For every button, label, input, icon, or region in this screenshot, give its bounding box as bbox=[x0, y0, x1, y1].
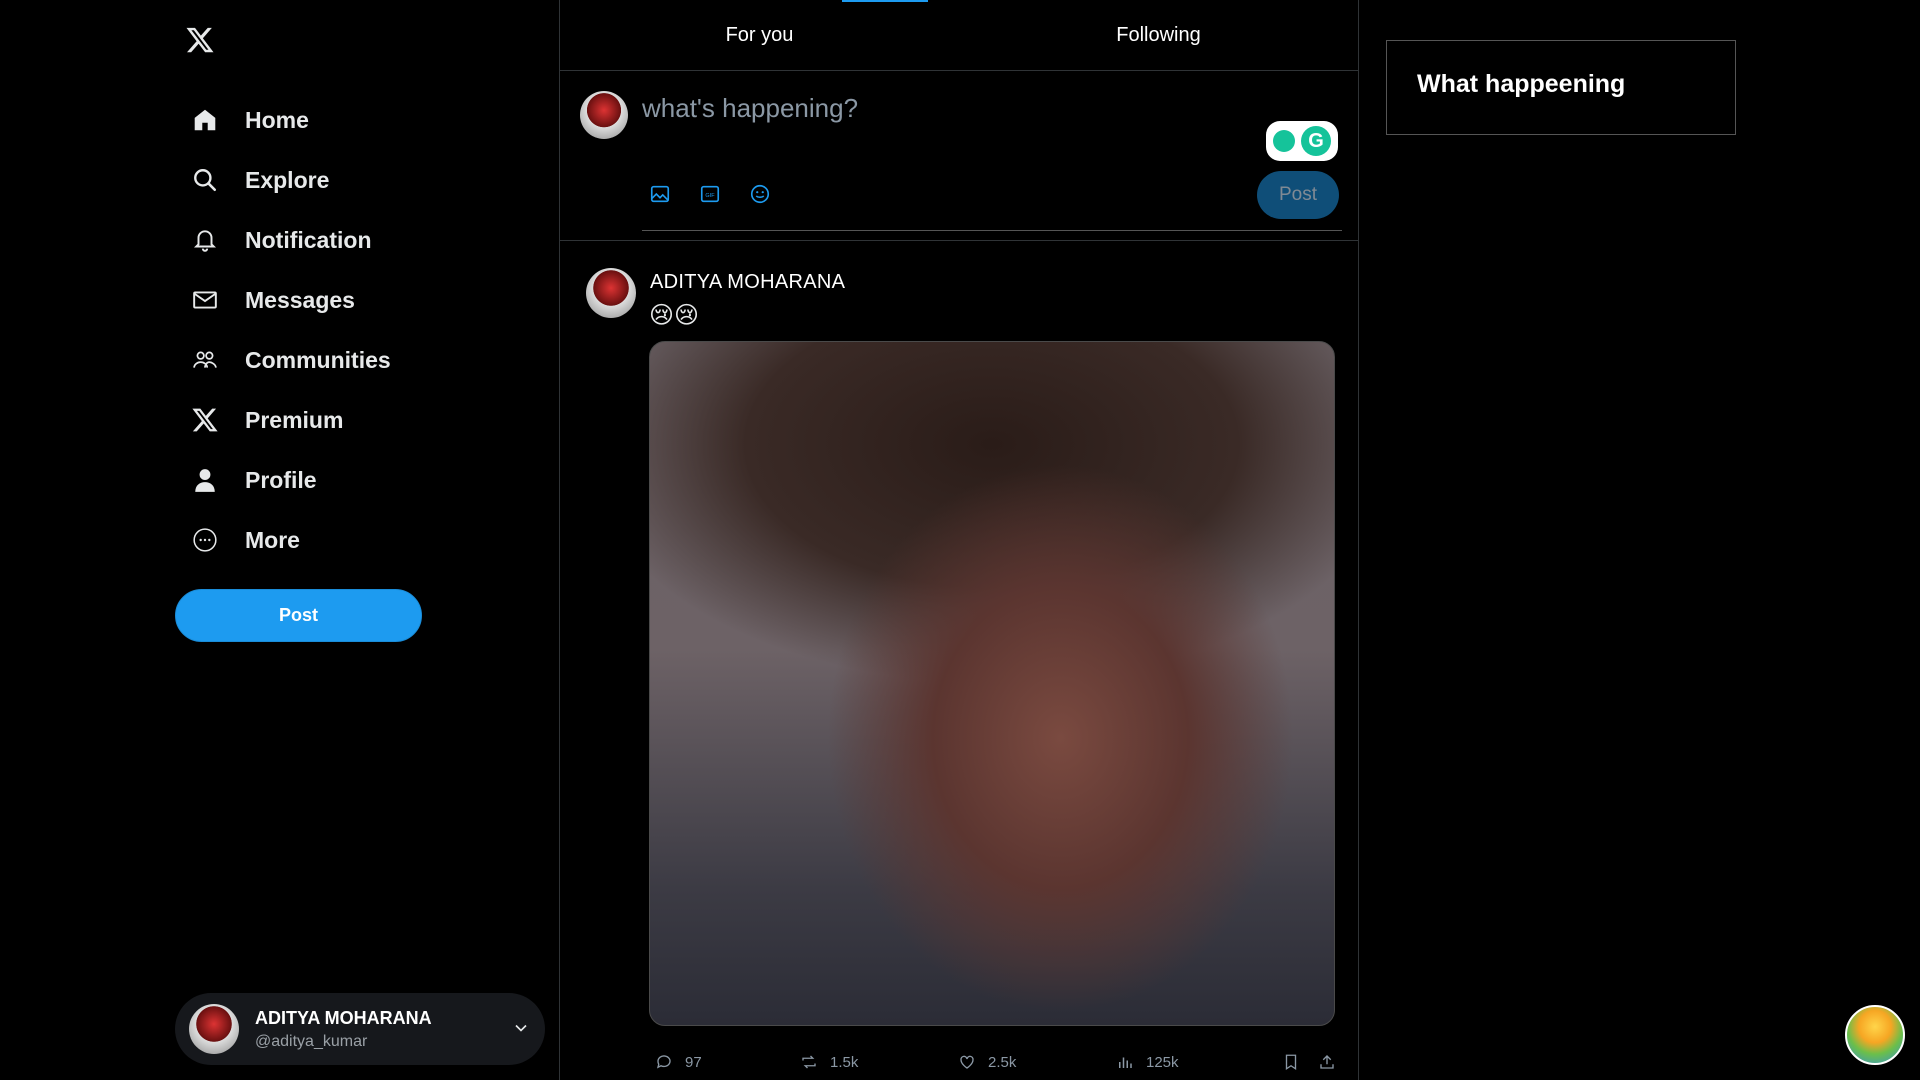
nav-messages-label: Messages bbox=[245, 286, 355, 313]
composer: what's happening? G GIF Post bbox=[560, 71, 1358, 241]
tab-following[interactable]: Following bbox=[959, 0, 1358, 70]
nav-communities[interactable]: Communities bbox=[190, 340, 391, 380]
bookmark-icon bbox=[1285, 1054, 1297, 1071]
main-column: For you Following what's happening? G GI… bbox=[560, 0, 1359, 1080]
reply-icon bbox=[656, 1055, 671, 1069]
gif-icon[interactable]: GIF bbox=[699, 183, 721, 205]
nav-premium-label: Premium bbox=[245, 406, 344, 433]
nav-notification[interactable]: Notification bbox=[190, 220, 372, 260]
sidebar: Home Explore Notification Messages Commu… bbox=[0, 0, 560, 1080]
home-icon bbox=[190, 105, 220, 135]
heart-icon bbox=[960, 1055, 974, 1069]
nav-more-label: More bbox=[245, 526, 300, 553]
x-logo[interactable] bbox=[185, 25, 215, 55]
nav-messages[interactable]: Messages bbox=[190, 280, 355, 320]
account-name: ADITYA MOHARANA bbox=[255, 1007, 432, 1028]
floating-app-icon[interactable] bbox=[1845, 1005, 1905, 1065]
reply-button[interactable]: 97 bbox=[655, 1053, 702, 1071]
composer-avatar bbox=[580, 91, 628, 139]
nav-notification-label: Notification bbox=[245, 226, 372, 253]
trends-title: What happeening bbox=[1417, 70, 1626, 98]
people-icon bbox=[190, 345, 220, 375]
tweet-avatar[interactable] bbox=[586, 268, 636, 318]
tweet-author[interactable]: ADITYA MOHARANA bbox=[650, 271, 845, 294]
person-icon bbox=[190, 465, 220, 495]
like-button[interactable]: 2.5k bbox=[958, 1053, 1016, 1071]
views-icon bbox=[1119, 1057, 1132, 1068]
repost-icon bbox=[802, 1055, 816, 1069]
mail-icon bbox=[190, 285, 220, 315]
timeline-tabs: For you Following bbox=[560, 0, 1358, 71]
tab-for-you[interactable]: For you bbox=[560, 0, 959, 70]
grammarly-icon: G bbox=[1301, 126, 1331, 156]
reply-count: 97 bbox=[685, 1053, 702, 1071]
avatar bbox=[189, 1004, 239, 1054]
like-count: 2.5k bbox=[988, 1053, 1017, 1071]
emoji-icon[interactable] bbox=[749, 183, 771, 205]
nav-profile-label: Profile bbox=[245, 466, 317, 493]
tweet-text: 😢😢 bbox=[649, 302, 700, 329]
nav-communities-label: Communities bbox=[245, 346, 391, 373]
account-handle: @aditya_kumar bbox=[255, 1032, 368, 1050]
views-count: 125k bbox=[1146, 1053, 1179, 1071]
repost-button[interactable]: 1.5k bbox=[800, 1053, 858, 1071]
app-root: Home Explore Notification Messages Commu… bbox=[0, 0, 1920, 1080]
share-button[interactable] bbox=[1318, 1053, 1348, 1071]
tab-indicator bbox=[842, 0, 928, 2]
bell-icon bbox=[190, 225, 220, 255]
nav-more[interactable]: More bbox=[190, 520, 300, 560]
nav-explore[interactable]: Explore bbox=[190, 160, 329, 200]
views-button[interactable]: 125k bbox=[1116, 1053, 1179, 1071]
nav-explore-label: Explore bbox=[245, 166, 330, 193]
nav-home[interactable]: Home bbox=[190, 100, 309, 140]
nav-premium[interactable]: Premium bbox=[190, 400, 343, 440]
nav-home-label: Home bbox=[245, 106, 309, 133]
share-icon bbox=[1320, 1055, 1334, 1069]
grammarly-widget[interactable]: G bbox=[1266, 121, 1338, 161]
svg-text:GIF: GIF bbox=[705, 193, 715, 199]
tweet-actions: 97 1.5k 2.5k 125k bbox=[560, 1053, 1359, 1080]
image-icon[interactable] bbox=[649, 183, 671, 205]
composer-placeholder: what's happening? bbox=[642, 93, 859, 123]
chevron-down-icon bbox=[515, 1024, 527, 1032]
more-circle-icon bbox=[190, 525, 220, 555]
nav-profile[interactable]: Profile bbox=[190, 460, 317, 500]
x-logo-icon bbox=[190, 405, 220, 435]
tweet-media[interactable] bbox=[649, 341, 1335, 1026]
bookmark-button[interactable] bbox=[1282, 1053, 1312, 1071]
repost-count: 1.5k bbox=[830, 1053, 859, 1071]
search-icon bbox=[190, 165, 220, 195]
trends-panel: What happeening bbox=[1386, 40, 1736, 135]
composer-post-button[interactable]: Post bbox=[1257, 171, 1339, 219]
bulb-icon bbox=[1273, 130, 1295, 152]
account-switcher[interactable]: ADITYA MOHARANA @aditya_kumar bbox=[175, 993, 545, 1065]
sidebar-post-button[interactable]: Post bbox=[175, 589, 422, 642]
